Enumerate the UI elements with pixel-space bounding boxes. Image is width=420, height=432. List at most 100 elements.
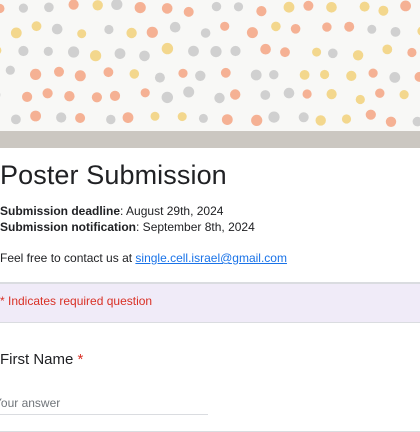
confetti-dot <box>346 71 356 81</box>
question-label: First Name <box>0 351 73 368</box>
confetti-dot <box>210 46 221 57</box>
notification-value: : September 8th, 2024 <box>136 220 255 234</box>
confetti-dot <box>115 48 126 59</box>
confetti-dot <box>0 4 5 13</box>
confetti-dot <box>378 6 388 16</box>
confetti-dot <box>139 51 150 62</box>
confetti-dot <box>214 93 224 103</box>
confetti-dot <box>44 3 54 13</box>
confetti-dot <box>106 115 115 124</box>
confetti-dot <box>178 112 187 121</box>
contact-email-link[interactable]: single.cell.israel@gmail.com <box>135 251 287 265</box>
confetti-dot <box>104 25 113 34</box>
confetti-dot <box>130 69 140 79</box>
confetti-dot <box>326 2 337 13</box>
confetti-dot <box>234 2 243 11</box>
confetti-dot <box>367 25 376 34</box>
confetti-dot <box>141 88 150 97</box>
confetti-dot <box>322 22 331 31</box>
question-title: First Name * <box>0 351 83 368</box>
confetti-dot <box>104 67 114 77</box>
confetti-dot <box>251 115 262 126</box>
confetti-dot <box>11 28 22 39</box>
confetti-dot <box>382 45 392 55</box>
confetti-dot <box>284 88 295 99</box>
confetti-dot <box>30 111 41 122</box>
confetti-dot <box>400 1 411 12</box>
notification-label: Submission notification <box>0 220 136 234</box>
confetti-dot <box>195 71 205 81</box>
confetti-dot <box>162 92 173 103</box>
confetti-dot <box>360 2 370 12</box>
required-star: * <box>78 351 84 368</box>
question-card <box>0 322 420 432</box>
confetti-dot <box>147 27 158 38</box>
confetti-dot <box>22 92 32 102</box>
contact-line: Feel free to contact us at single.cell.i… <box>0 251 287 265</box>
deadline-label: Submission deadline <box>0 204 120 218</box>
confetti-dot <box>356 95 365 104</box>
confetti-dot <box>386 117 396 127</box>
confetti-dot <box>170 22 181 33</box>
confetti-dot <box>18 46 28 56</box>
confetti-dot <box>291 24 301 34</box>
confetti-dot <box>68 46 79 57</box>
submission-notification: Submission notification: September 8th, … <box>0 220 255 234</box>
confetti-dot <box>11 115 21 125</box>
confetti-dot <box>54 67 64 77</box>
confetti-dot <box>69 0 79 10</box>
confetti-dot <box>413 117 420 127</box>
confetti-dot <box>111 0 122 10</box>
confetti-dot <box>353 50 363 60</box>
banner-footer-strip <box>0 131 420 148</box>
confetti-dot <box>43 88 53 98</box>
confetti-dot <box>110 91 120 101</box>
confetti-dot <box>6 66 15 75</box>
confetti-dot <box>299 112 309 122</box>
confetti-dot <box>135 2 146 13</box>
confetti-dot <box>271 22 281 32</box>
confetti-dot <box>77 29 86 38</box>
confetti-dot <box>247 27 258 38</box>
confetti-dot <box>284 2 295 13</box>
confetti-dot <box>56 112 66 122</box>
contact-text: Feel free to contact us at <box>0 251 135 265</box>
confetti-dot <box>260 90 270 100</box>
confetti-dot <box>316 115 326 125</box>
confetti-dot <box>312 48 321 57</box>
confetti-dot <box>222 114 233 125</box>
confetti-dot <box>327 89 337 99</box>
confetti-dot <box>162 3 173 14</box>
confetti-dot <box>391 27 401 37</box>
deadline-value: : August 29th, 2024 <box>120 204 223 218</box>
confetti-dot <box>75 113 85 123</box>
confetti-dot <box>183 87 194 98</box>
confetti-dot <box>162 43 173 54</box>
confetti-dot <box>32 21 42 31</box>
form-title: Poster Submission <box>0 160 227 191</box>
confetti-dot <box>52 24 63 35</box>
confetti-dot <box>0 46 1 55</box>
confetti-dot <box>344 22 354 32</box>
confetti-dot <box>220 22 229 31</box>
confetti-dot <box>303 1 313 11</box>
header-banner <box>0 0 420 131</box>
confetti-dot <box>260 44 271 55</box>
required-note: * Indicates required question <box>0 294 152 308</box>
confetti-dot <box>251 70 262 81</box>
confetti-dot <box>268 112 279 123</box>
confetti-dot <box>188 46 199 57</box>
confetti-dot <box>92 92 102 102</box>
confetti-dot <box>93 0 103 10</box>
confetti-dot <box>64 91 74 101</box>
confetti-dot <box>184 7 194 17</box>
confetti-dot <box>221 68 231 78</box>
confetti-dot <box>342 114 351 123</box>
confetti-dot <box>366 110 376 120</box>
confetti-dot <box>212 2 221 11</box>
confetti-dot <box>75 70 86 81</box>
confetti-dot <box>280 47 290 57</box>
confetti-dot <box>44 47 53 56</box>
first-name-input[interactable] <box>0 392 208 415</box>
confetti-dot <box>201 28 211 38</box>
